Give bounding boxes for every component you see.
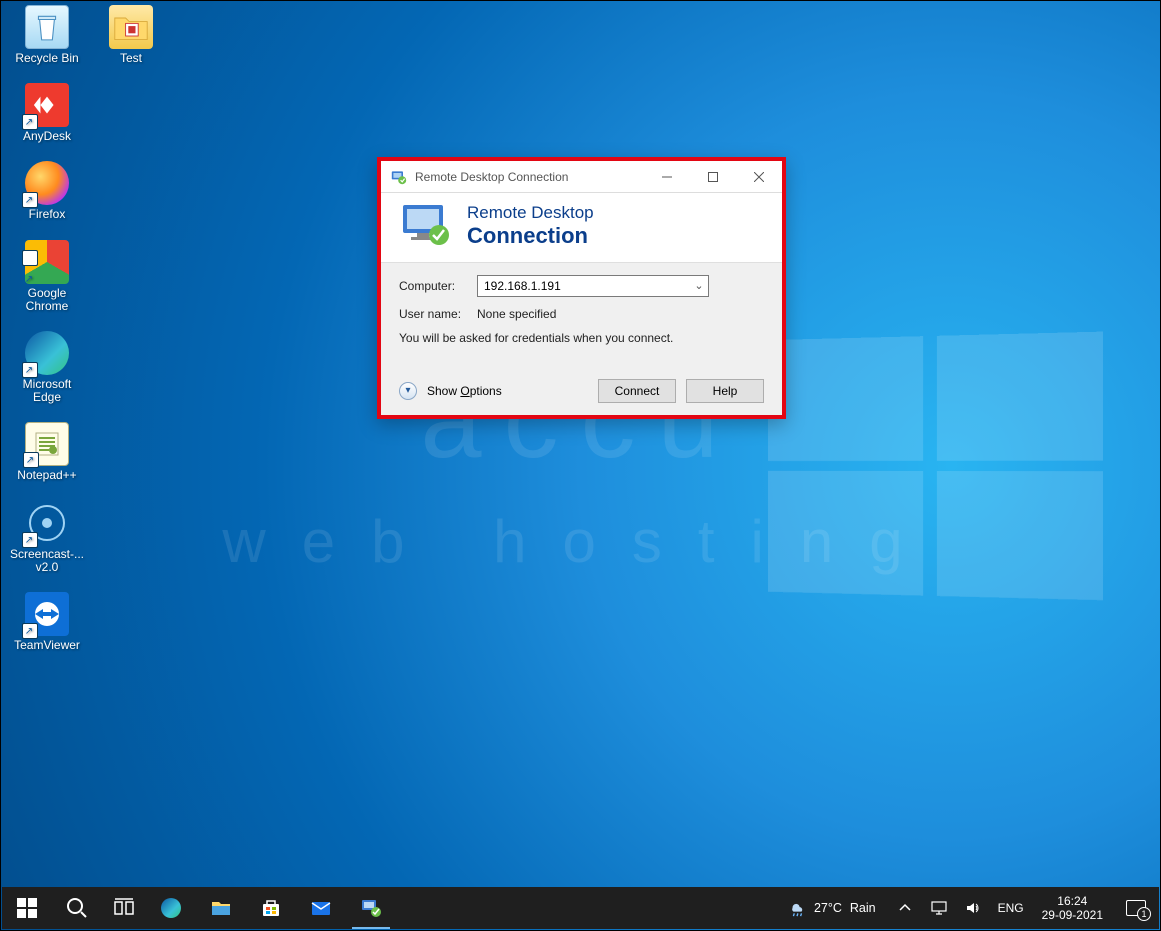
username-row: User name: None specified: [399, 307, 764, 321]
username-label: User name:: [399, 307, 477, 321]
help-button[interactable]: Help: [686, 379, 764, 403]
desktop-icon-column-1: Recycle Bin AnyDesk Firefox Google Chrom…: [9, 5, 89, 652]
start-button[interactable]: [2, 887, 52, 929]
system-tray: 27°C Rain ENG 16:24 29-09-2021 1: [776, 887, 1159, 929]
notification-count: 1: [1137, 907, 1151, 921]
search-button[interactable]: [52, 887, 102, 929]
clock-time: 16:24: [1042, 894, 1103, 908]
desktop-icon-notepadpp[interactable]: Notepad++: [9, 422, 85, 482]
weather-temp: 27°C: [814, 901, 842, 915]
desktop-icon-label: Google Chrome: [9, 287, 85, 313]
notepadpp-icon: [25, 422, 69, 466]
rdc-window[interactable]: Remote Desktop Connection Remote Desktop…: [377, 157, 786, 419]
desktop-icon-column-2: Test: [93, 5, 173, 65]
taskbar-active-indicator: [352, 927, 390, 929]
taskbar-ms-store[interactable]: [246, 887, 296, 929]
task-view-button[interactable]: [102, 887, 146, 929]
desktop-icon-label: Microsoft Edge: [9, 378, 85, 404]
chevron-down-icon[interactable]: ⌄: [690, 279, 708, 292]
computer-input[interactable]: [478, 276, 690, 296]
rdc-banner: Remote Desktop Connection: [381, 193, 782, 263]
firefox-icon: [25, 161, 69, 205]
minimize-button[interactable]: [644, 161, 690, 193]
rdc-body: Computer: ⌄ User name: None specified Yo…: [381, 263, 782, 371]
tray-overflow-button[interactable]: [888, 900, 922, 916]
desktop-icon-edge[interactable]: Microsoft Edge: [9, 331, 85, 404]
disclosure-toggle-icon[interactable]: ▾: [399, 382, 417, 400]
desktop-icon-label: AnyDesk: [23, 130, 71, 143]
connect-button[interactable]: Connect: [598, 379, 676, 403]
taskbar-edge[interactable]: [146, 887, 196, 929]
close-button[interactable]: [736, 161, 782, 193]
rdc-banner-text: Remote Desktop Connection: [467, 203, 594, 248]
desktop-icon-label: Notepad++: [17, 469, 76, 482]
desktop-icon-label: Firefox: [29, 208, 66, 221]
taskbar: 27°C Rain ENG 16:24 29-09-2021 1: [2, 887, 1159, 929]
taskbar-file-explorer[interactable]: [196, 887, 246, 929]
watermark-line2: web hosting: [222, 506, 938, 578]
rdc-banner-icon: [399, 203, 453, 247]
weather-condition: Rain: [850, 901, 876, 915]
recycle-bin-icon: [25, 5, 69, 49]
language-indicator[interactable]: ENG: [990, 901, 1032, 915]
desktop-icon-chrome[interactable]: Google Chrome: [9, 240, 85, 313]
desktop-icon-firefox[interactable]: Firefox: [9, 161, 85, 221]
weather-widget[interactable]: 27°C Rain: [776, 899, 888, 917]
language-text: ENG: [998, 901, 1024, 915]
rdc-app-icon: [389, 167, 409, 187]
desktop-icon-screencast[interactable]: Screencast-... v2.0: [9, 501, 85, 574]
desktop-icon-label: Screencast-... v2.0: [9, 548, 85, 574]
action-center-button[interactable]: 1: [1113, 900, 1159, 916]
desktop-icon-teamviewer[interactable]: TeamViewer: [9, 592, 85, 652]
tray-volume-icon[interactable]: [956, 900, 990, 916]
edge-icon: [25, 331, 69, 375]
maximize-button[interactable]: [690, 161, 736, 193]
desktop-icon-recycle-bin[interactable]: Recycle Bin: [9, 5, 85, 65]
rdc-banner-line2: Connection: [467, 223, 594, 248]
desktop-icon-label: TeamViewer: [14, 639, 80, 652]
desktop-icon-test-folder[interactable]: Test: [93, 5, 169, 65]
taskbar-spacer: [396, 887, 776, 929]
rdc-title: Remote Desktop Connection: [415, 170, 644, 184]
anydesk-icon: [25, 83, 69, 127]
desktop[interactable]: accu web hosting Recycle Bin AnyDesk Fir…: [1, 1, 1160, 930]
tray-monitor-icon[interactable]: [922, 900, 956, 916]
chrome-icon: [25, 240, 69, 284]
desktop-icon-anydesk[interactable]: AnyDesk: [9, 83, 85, 143]
computer-row: Computer: ⌄: [399, 275, 764, 297]
screencast-icon: [25, 501, 69, 545]
taskbar-clock[interactable]: 16:24 29-09-2021: [1032, 894, 1113, 923]
notification-icon: 1: [1126, 900, 1146, 916]
computer-label: Computer:: [399, 279, 477, 293]
desktop-icon-label: Test: [120, 52, 142, 65]
rdc-titlebar[interactable]: Remote Desktop Connection: [381, 161, 782, 193]
username-value: None specified: [477, 307, 556, 321]
rdc-banner-line1: Remote Desktop: [467, 203, 594, 223]
desktop-icon-label: Recycle Bin: [15, 52, 78, 65]
clock-date: 29-09-2021: [1042, 908, 1103, 922]
rdc-footer: ▾ Show Options Connect Help: [381, 371, 782, 415]
taskbar-remote-desktop[interactable]: [346, 887, 396, 929]
folder-icon: [109, 5, 153, 49]
taskbar-mail[interactable]: [296, 887, 346, 929]
weather-icon: [788, 899, 806, 917]
rdc-hint: You will be asked for credentials when y…: [399, 331, 764, 345]
show-options-link[interactable]: Show Options: [427, 384, 588, 398]
teamviewer-icon: [25, 592, 69, 636]
computer-combobox[interactable]: ⌄: [477, 275, 709, 297]
